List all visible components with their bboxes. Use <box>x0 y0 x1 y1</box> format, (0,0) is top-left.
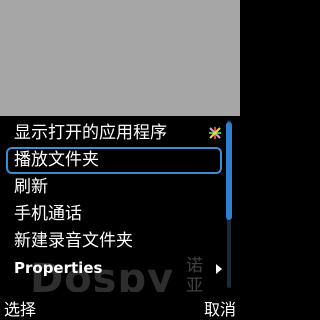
submenu-arrow-icon <box>216 264 222 274</box>
menu-item-label: 新建录音文件夹 <box>14 231 133 251</box>
menu-item-label: 手机通话 <box>14 204 82 224</box>
scroll-thumb[interactable] <box>226 122 232 220</box>
menu-item-new-recording-folder[interactable]: 新建录音文件夹 <box>0 228 226 255</box>
menu-item-label: 刷新 <box>14 177 48 197</box>
background-area <box>0 0 240 116</box>
menu-item-play-folder[interactable]: 播放文件夹 <box>6 147 222 174</box>
menu-scrollbar[interactable] <box>226 120 232 288</box>
softkey-bar: 选择 取消 <box>0 292 240 320</box>
menu-item-phone-call[interactable]: 手机通话 <box>0 201 226 228</box>
menu-item-label: 显示打开的应用程序 <box>14 123 167 143</box>
multicolor-star-icon <box>209 127 221 139</box>
cancel-softkey[interactable]: 取消 <box>204 296 236 320</box>
menu-item-label: 播放文件夹 <box>14 150 99 170</box>
menu-item-refresh[interactable]: 刷新 <box>0 174 226 201</box>
menu-item-show-open-apps[interactable]: 显示打开的应用程序 <box>0 120 226 147</box>
select-softkey[interactable]: 选择 <box>4 296 36 320</box>
